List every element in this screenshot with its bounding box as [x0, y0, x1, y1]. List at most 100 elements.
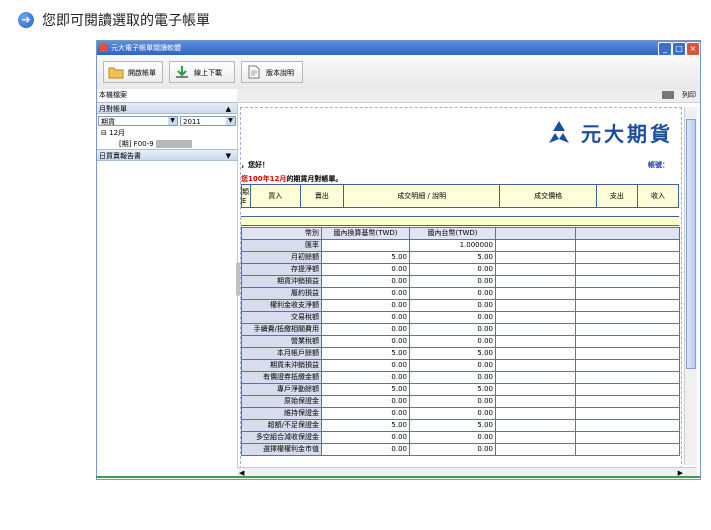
table-row: 存提淨額 0.00 0.00 [241, 263, 680, 276]
table-row: 期貨沖銷損益 0.00 0.00 [241, 275, 680, 288]
collapse-minus-icon[interactable]: ⊟ [101, 129, 107, 137]
row-local-value: 0.00 [409, 407, 496, 420]
type-select-value: 期貨 [101, 118, 115, 126]
row-label: 存提淨額 [241, 263, 322, 276]
header-price: 成交價格 [499, 184, 597, 208]
row-label: 原始保證金 [241, 395, 322, 408]
row-local-value: 0.00 [409, 323, 496, 336]
chevron-down-icon: ▼ [168, 117, 177, 125]
status-line [96, 476, 700, 478]
row-base-value: 0.00 [321, 359, 410, 372]
type-select[interactable]: 期貨 ▼ [98, 116, 178, 126]
left-pane: 本機檔案 月對帳單 ▲ 期貨 ▼ 2011 ▼ ⊟ 12月 [期] F00-9 … [97, 89, 238, 479]
minimize-button[interactable]: _ [658, 42, 672, 56]
row-local-value: 5.00 [409, 383, 496, 396]
row-local-value: 0.00 [409, 431, 496, 444]
row-base-value: 0.00 [321, 395, 410, 408]
header-left-cell: 類E [241, 184, 251, 208]
daily-report-header[interactable]: 日買賣報告書 ▼ [97, 149, 237, 161]
section-band [241, 216, 679, 226]
row-label: 多空組合減收保證金 [241, 431, 322, 444]
row-base-value: 0.00 [321, 275, 410, 288]
row-base-value: 0.00 [321, 371, 410, 384]
row-base-value [321, 239, 410, 252]
row-label: 權利金收支淨額 [241, 299, 322, 312]
redacted-block [155, 140, 192, 148]
version-info-label: 版本說明 [266, 69, 294, 77]
pane-splitter-handle[interactable] [236, 262, 240, 296]
scrollbar-thumb[interactable] [686, 119, 696, 369]
toolbar: 開啟帳單 線上下載 版本說明 [97, 55, 700, 90]
brand-logo: 元大期貨 [545, 118, 673, 147]
row-label: 手續費/抵繳相關費用 [241, 323, 322, 336]
monthly-statement-label: 月對帳單 [99, 105, 127, 113]
row-local-value: 0.00 [409, 359, 496, 372]
table-row: 多空組合減收保證金 0.00 0.00 [241, 431, 680, 444]
row-local-value: 0.00 [409, 263, 496, 276]
print-button[interactable]: 列印 [661, 89, 696, 102]
expand-down-icon[interactable]: ▼ [226, 150, 231, 162]
daily-report-label: 日買賣報告書 [99, 152, 141, 160]
row-local-value: 5.00 [409, 419, 496, 432]
row-label: 營業稅額 [241, 335, 322, 348]
close-button[interactable]: × [686, 42, 700, 56]
printer-icon [661, 91, 674, 99]
transaction-header-table: 類E 買入 賣出 成交明細 / 說明 成交價格 支出 收入 [241, 184, 680, 208]
collapse-up-icon[interactable]: ▲ [226, 103, 231, 115]
row-local-value: 0.00 [409, 275, 496, 288]
year-select[interactable]: 2011 ▼ [180, 116, 236, 126]
row-base-value: 0.00 [321, 431, 410, 444]
monthly-statement-header[interactable]: 月對帳單 ▲ [97, 102, 237, 114]
viewer-toolbar: 列印 [237, 89, 700, 103]
row-label: 超額/不足保證金 [241, 419, 322, 432]
year-select-value: 2011 [183, 118, 201, 126]
row-base-value: 0.00 [321, 299, 410, 312]
vertical-scrollbar[interactable] [684, 107, 697, 465]
col-local-twd: 國內台幣(TWD) [409, 227, 496, 240]
online-download-label: 線上下載 [194, 69, 222, 77]
statement-document: 元大期貨 ，您好！ 帳號： 您100年12月的期貨月對帳單。 類E 買入 賣出 … [240, 107, 682, 469]
download-icon [176, 66, 188, 78]
folder-icon [108, 67, 124, 79]
version-info-button[interactable]: 版本說明 [241, 61, 303, 83]
table-row: 履約損益 0.00 0.00 [241, 287, 680, 300]
row-base-value: 0.00 [321, 263, 410, 276]
table-row: 手續費/抵繳相關費用 0.00 0.00 [241, 323, 680, 336]
page-heading: ➜ 您即可閱讀選取的電子帳單 [18, 10, 210, 30]
header-detail: 成交明細 / 說明 [343, 184, 501, 208]
row-base-value: 0.00 [321, 311, 410, 324]
row-label: 有價證券抵繳金額 [241, 371, 322, 384]
row-local-value: 5.00 [409, 347, 496, 360]
row-label: 交易稅額 [241, 311, 322, 324]
window-title: 元大電子帳單閱讀軟體 [111, 44, 181, 52]
arrow-right-icon: ➜ [18, 12, 34, 28]
empty-cell [495, 227, 576, 240]
col-base-twd: 國內換算基幣(TWD) [321, 227, 410, 240]
row-base-value: 0.00 [321, 323, 410, 336]
table-row: 交易稅額 0.00 0.00 [241, 311, 680, 324]
row-local-value: 0.00 [409, 335, 496, 348]
table-row: 維持保證金 0.00 0.00 [241, 407, 680, 420]
table-row: 原始保證金 0.00 0.00 [241, 395, 680, 408]
print-label: 列印 [682, 91, 696, 99]
window-titlebar[interactable]: 元大電子帳單閱讀軟體 _ □ × [97, 41, 700, 56]
table-row: 選擇權權利金市值 0.00 0.00 [241, 443, 680, 456]
note-suffix: 的期貨月對帳單。 [286, 175, 343, 183]
row-base-value: 0.00 [321, 407, 410, 420]
chevron-down-icon: ▼ [226, 117, 235, 125]
header-expense: 支出 [595, 184, 638, 208]
row-label: 期貨未沖銷損益 [241, 359, 322, 372]
yuanta-logo-icon [549, 120, 569, 143]
greeting-text: ，您好！ [241, 161, 269, 169]
row-base-value: 0.00 [321, 443, 410, 456]
note-prefix: 您 [241, 175, 248, 183]
row-label: 選擇權權利金市值 [241, 443, 322, 456]
row-local-value: 0.00 [409, 443, 496, 456]
row-base-value: 5.00 [321, 347, 410, 360]
open-bill-button[interactable]: 開啟帳單 [103, 61, 163, 83]
maximize-button[interactable]: □ [672, 42, 686, 56]
table-row: 本月帳戶餘額 5.00 5.00 [241, 347, 680, 360]
currency-label: 幣別 [241, 227, 322, 240]
online-download-button[interactable]: 線上下載 [169, 61, 235, 83]
row-label: 履約損益 [241, 287, 322, 300]
